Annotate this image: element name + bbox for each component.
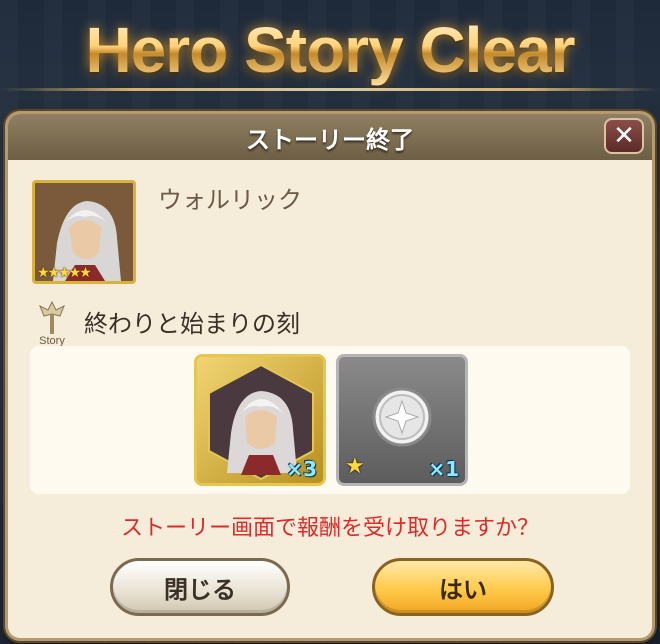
reward-hero-memory[interactable]: ×3 bbox=[194, 354, 326, 486]
banner-title: Hero Story Clear bbox=[85, 14, 575, 86]
hero-name: ウォルリック bbox=[158, 186, 302, 214]
reward-question: ストーリー画面で報酬を受け取りますか？ bbox=[120, 516, 539, 541]
close-button[interactable]: 閉じる bbox=[110, 558, 290, 616]
story-end-dialog: ストーリー終了 ✕ ★★★★★ ウォルリック Story 終わりと始まりの刻 ×… bbox=[8, 114, 652, 638]
dialog-title: ストーリー終了 bbox=[246, 125, 414, 154]
hero-portrait[interactable]: ★★★★★ bbox=[32, 180, 136, 284]
reward-medal[interactable]: ★ ×1 bbox=[336, 354, 468, 486]
reward-quantity: ×1 bbox=[428, 457, 459, 481]
reward-box: ×3 ★ ×1 bbox=[30, 346, 630, 494]
dialog-header: ストーリー終了 bbox=[8, 114, 652, 160]
banner-underline bbox=[0, 88, 660, 91]
close-x-button[interactable]: ✕ bbox=[604, 118, 644, 154]
yes-button[interactable]: はい bbox=[372, 558, 554, 616]
story-icon-label: Story bbox=[39, 335, 65, 346]
story-title: 終わりと始まりの刻 bbox=[84, 310, 300, 338]
star-icon: ★ bbox=[345, 454, 365, 479]
hero-story-clear-banner: Hero Story Clear bbox=[0, 0, 660, 100]
reward-quantity: ×3 bbox=[286, 457, 317, 481]
close-icon: ✕ bbox=[613, 121, 635, 151]
story-icon: Story bbox=[32, 300, 72, 347]
rarity-stars: ★★★★★ bbox=[37, 265, 92, 281]
